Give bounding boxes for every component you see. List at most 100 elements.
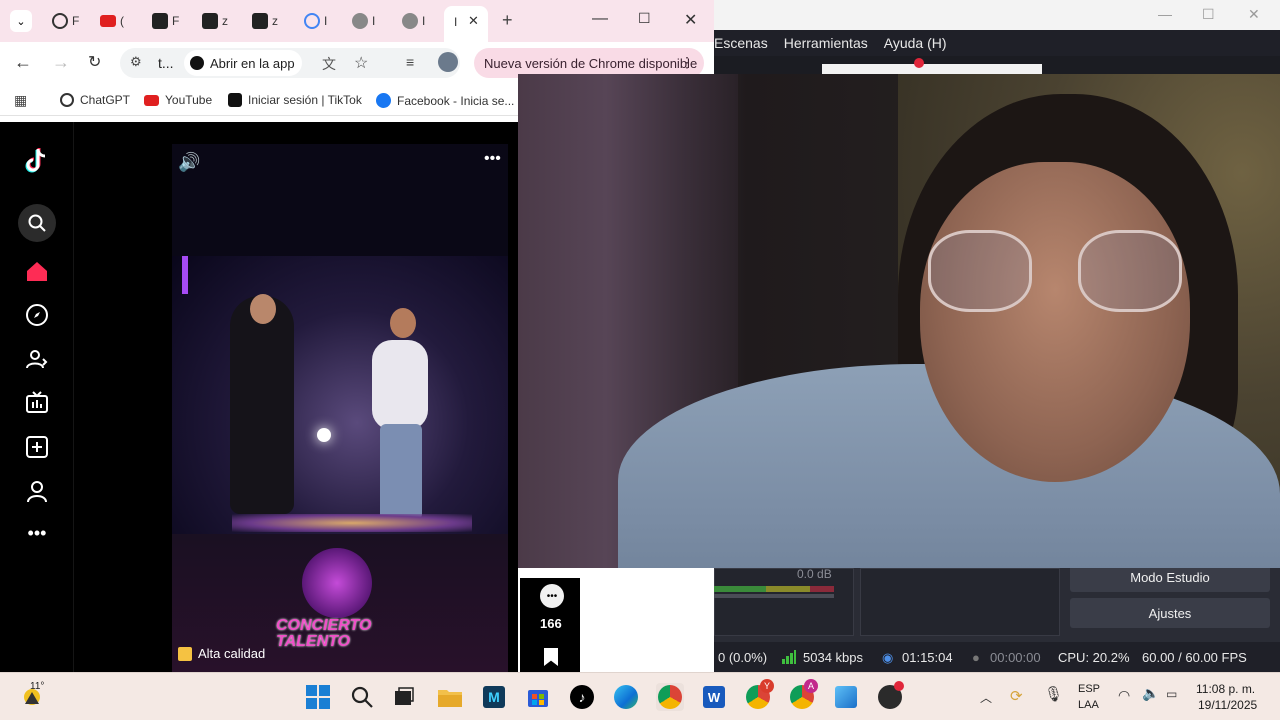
bookmark-youtube[interactable]: YouTube bbox=[144, 93, 212, 107]
chrome-taskbar-icon[interactable] bbox=[656, 683, 684, 711]
chrome-profile-icon-2[interactable]: A bbox=[788, 679, 818, 711]
quality-badge[interactable]: Alta calidad bbox=[178, 646, 265, 661]
maximize-icon[interactable]: ☐ bbox=[638, 10, 651, 27]
language-top[interactable]: ESP bbox=[1078, 683, 1100, 695]
profile-icon[interactable] bbox=[22, 476, 52, 506]
stream-time: 01:15:04 bbox=[902, 650, 953, 665]
chatgpt-icon bbox=[52, 13, 68, 29]
obs-minimize-icon[interactable]: — bbox=[1158, 6, 1172, 22]
db-label: 0.0 dB bbox=[797, 567, 832, 581]
bookmark-facebook[interactable]: Facebook - Inicia se... bbox=[376, 93, 514, 108]
tab-1[interactable]: F bbox=[42, 8, 86, 34]
microsoft-store-icon[interactable] bbox=[524, 683, 552, 711]
tab-strip: ⌄ F ( F z z I I I I ✕ + — ☐ ✕ bbox=[0, 0, 714, 42]
stream-icon: ◉ bbox=[882, 650, 894, 665]
upload-plus-icon[interactable] bbox=[22, 432, 52, 462]
menu-herramientas[interactable]: Herramientas bbox=[784, 35, 868, 51]
home-icon[interactable] bbox=[22, 256, 52, 286]
minimize-icon[interactable]: — bbox=[592, 10, 608, 28]
obs-icon[interactable] bbox=[876, 681, 904, 711]
obs-recording-marker bbox=[914, 58, 924, 68]
facebook-icon bbox=[376, 93, 391, 108]
search-icon[interactable] bbox=[348, 683, 376, 711]
bookmark-star-icon[interactable]: ☆ bbox=[354, 53, 368, 73]
following-icon[interactable] bbox=[22, 344, 52, 374]
chatgpt-icon bbox=[60, 93, 74, 107]
explore-compass-icon[interactable] bbox=[22, 300, 52, 330]
photos-icon[interactable] bbox=[832, 683, 860, 711]
windows-taskbar: 11° M ♪ W Y A ︿ ⟳ 🎙 ESP LAA ◠ 🔈 ▭ 11:08 … bbox=[0, 672, 1280, 720]
record-time: 00:00:00 bbox=[990, 650, 1041, 665]
tray-chevron-icon[interactable]: ︿ bbox=[980, 689, 992, 706]
live-tv-icon[interactable] bbox=[22, 388, 52, 418]
tab-3[interactable]: F bbox=[142, 8, 186, 34]
clock-date[interactable]: 19/11/2025 bbox=[1198, 698, 1257, 712]
tab-search-icon[interactable]: ⌄ bbox=[10, 10, 32, 32]
site-info-icon[interactable]: ⚙ bbox=[130, 54, 142, 70]
tab-4[interactable]: z bbox=[192, 8, 236, 34]
tab-2-title: ( bbox=[120, 14, 124, 28]
back-icon[interactable]: ← bbox=[14, 52, 32, 73]
volume-icon[interactable]: 🔈 bbox=[1142, 685, 1159, 702]
bookmark-save-icon[interactable] bbox=[544, 648, 558, 666]
media-control-icon[interactable]: ≡ bbox=[406, 54, 414, 70]
tab-6-title: I bbox=[324, 14, 328, 28]
open-in-app-button[interactable]: Abrir en la app bbox=[184, 50, 302, 76]
tiktok-app-icon[interactable]: ♪ bbox=[568, 683, 596, 711]
tab-7[interactable]: I bbox=[342, 8, 386, 34]
profile-avatar[interactable] bbox=[438, 52, 458, 72]
app-m-icon[interactable]: M bbox=[480, 683, 508, 711]
battery-icon[interactable]: ▭ bbox=[1166, 687, 1177, 701]
url-text: t... bbox=[158, 55, 174, 71]
edge-icon[interactable] bbox=[612, 683, 640, 711]
wifi-icon[interactable]: ◠ bbox=[1118, 687, 1130, 704]
volume-icon[interactable]: 🔊 bbox=[178, 152, 200, 173]
tiktok-logo-icon[interactable] bbox=[22, 146, 52, 176]
translate-icon[interactable]: 文 bbox=[322, 54, 336, 74]
tiktok-sidebar: ••• bbox=[0, 122, 74, 672]
search-icon[interactable] bbox=[18, 204, 56, 242]
sync-icon[interactable]: ⟳ bbox=[1010, 687, 1023, 705]
tab-5[interactable]: z bbox=[242, 8, 286, 34]
obs-close-icon[interactable]: ✕ bbox=[1248, 6, 1260, 23]
tab-6[interactable]: I bbox=[294, 8, 338, 34]
mascot-logo bbox=[302, 548, 372, 618]
bookmark-chatgpt[interactable]: ChatGPT bbox=[60, 93, 130, 107]
bookmark-tiktok[interactable]: Iniciar sesión | TikTok bbox=[228, 93, 362, 107]
word-icon[interactable]: W bbox=[700, 683, 728, 711]
shield-logo-icon bbox=[202, 13, 218, 29]
tab-5-title: z bbox=[272, 14, 278, 28]
file-explorer-icon[interactable] bbox=[436, 683, 464, 711]
obs-status-bar: 0 (0.0%) 5034 kbps ◉ 01:15:04 ● 00:00:00… bbox=[714, 642, 1280, 672]
apps-grid-icon[interactable]: ▦ bbox=[14, 92, 27, 109]
language-bottom[interactable]: LAA bbox=[1078, 699, 1099, 711]
tab-3-title: F bbox=[172, 14, 180, 28]
new-tab-button[interactable]: + bbox=[502, 10, 513, 31]
clock-time[interactable]: 11:08 p. m. bbox=[1196, 682, 1255, 696]
open-in-app-label: Abrir en la app bbox=[210, 55, 295, 71]
video-options-icon[interactable]: ••• bbox=[484, 150, 501, 168]
start-windows-icon[interactable] bbox=[304, 683, 332, 711]
close-window-icon[interactable]: ✕ bbox=[684, 10, 697, 30]
comment-icon[interactable]: ••• bbox=[540, 584, 564, 608]
kebab-menu-icon[interactable]: ⋮ bbox=[680, 54, 694, 71]
video-player[interactable]: 🔊 ••• CONCIERTO TALENTO Alta calidad bbox=[172, 144, 508, 672]
microphone-icon[interactable]: 🎙 bbox=[1044, 685, 1063, 703]
tab-2[interactable]: ( bbox=[90, 8, 134, 34]
glasses-right-lens bbox=[1078, 230, 1182, 312]
forward-icon[interactable]: → bbox=[52, 52, 70, 73]
tiktok-icon bbox=[228, 93, 242, 107]
obs-maximize-icon[interactable]: ☐ bbox=[1202, 6, 1215, 23]
address-bar[interactable]: ⚙ t... Abrir en la app 文 ☆ ≡ bbox=[120, 48, 460, 78]
menu-ayuda[interactable]: Ayuda (H) bbox=[884, 35, 947, 51]
settings-button[interactable]: Ajustes bbox=[1070, 598, 1270, 628]
menu-escenas[interactable]: Escenas bbox=[714, 35, 768, 51]
more-dots-icon[interactable]: ••• bbox=[22, 518, 52, 548]
active-tab[interactable]: I ✕ bbox=[444, 6, 488, 42]
quality-label: Alta calidad bbox=[198, 646, 266, 661]
task-view-icon[interactable] bbox=[390, 683, 418, 711]
tab-8[interactable]: I bbox=[392, 8, 436, 34]
reload-icon[interactable]: ↻ bbox=[88, 52, 101, 72]
chrome-profile-icon[interactable]: Y bbox=[744, 679, 774, 711]
close-tab-icon[interactable]: ✕ bbox=[468, 13, 479, 29]
